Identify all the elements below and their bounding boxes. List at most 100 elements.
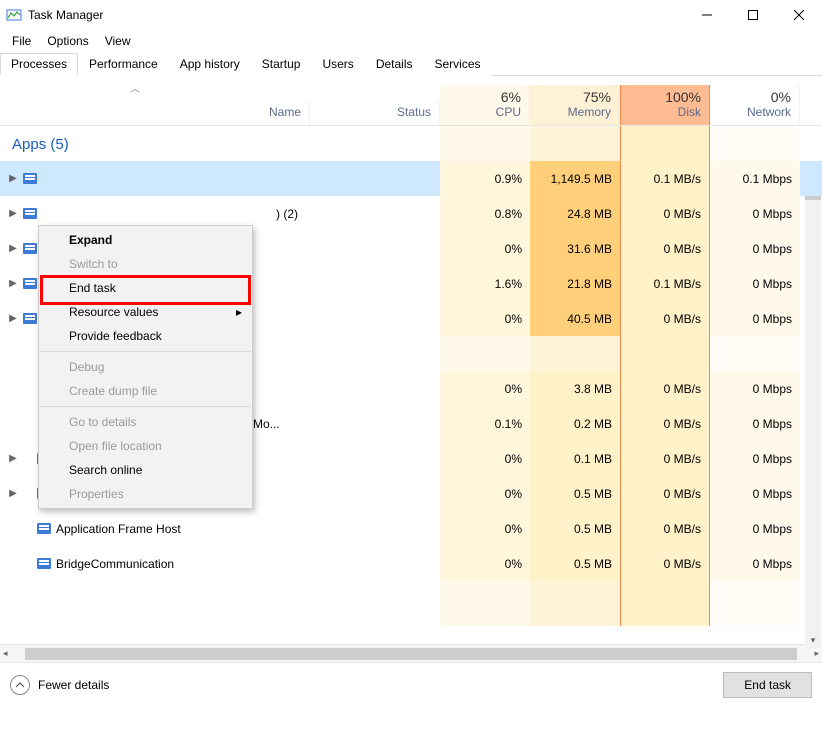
context-menu-item: Create dump file bbox=[39, 379, 252, 403]
cell-network: 0 Mbps bbox=[710, 231, 800, 266]
cell-cpu: 0% bbox=[440, 511, 530, 546]
cell-cpu: 0% bbox=[440, 371, 530, 406]
cell-status bbox=[310, 161, 440, 196]
context-menu-item: Go to details bbox=[39, 410, 252, 434]
process-icon bbox=[22, 206, 38, 222]
cell-cpu: 1.6% bbox=[440, 266, 530, 301]
cell-disk: 0 MB/s bbox=[620, 406, 710, 441]
cell-status bbox=[310, 441, 440, 476]
cell-network: 0 Mbps bbox=[710, 406, 800, 441]
tab-details[interactable]: Details bbox=[365, 53, 424, 76]
cell-status bbox=[310, 476, 440, 511]
minimize-button[interactable] bbox=[684, 0, 730, 30]
close-button[interactable] bbox=[776, 0, 822, 30]
chevron-right-icon[interactable]: ▶ bbox=[8, 208, 18, 219]
chevron-right-icon[interactable]: ▶ bbox=[8, 453, 18, 464]
process-name: Application Frame Host bbox=[56, 522, 181, 536]
cell-memory: 21.8 MB bbox=[530, 266, 620, 301]
col-network[interactable]: 0%Network bbox=[710, 85, 800, 125]
cell-status bbox=[310, 546, 440, 581]
horizontal-scrollbar[interactable]: ◂ ▸ bbox=[0, 644, 822, 662]
cell-memory: 1,149.5 MB bbox=[530, 161, 620, 196]
process-icon bbox=[36, 521, 52, 537]
tab-performance[interactable]: Performance bbox=[78, 53, 169, 76]
cell-cpu: 0.9% bbox=[440, 161, 530, 196]
cell-memory: 0.1 MB bbox=[530, 441, 620, 476]
table-row[interactable]: ▶0.9%1,149.5 MB0.1 MB/s0.1 Mbps bbox=[0, 161, 822, 196]
process-icon bbox=[22, 311, 38, 327]
menu-view[interactable]: View bbox=[97, 32, 139, 50]
cell-disk: 0 MB/s bbox=[620, 196, 710, 231]
group-apps[interactable]: Apps (5) bbox=[0, 126, 822, 161]
menu-separator bbox=[40, 406, 251, 407]
menu-bar: File Options View bbox=[0, 30, 822, 52]
chevron-right-icon[interactable]: ▶ bbox=[8, 488, 18, 499]
tab-startup[interactable]: Startup bbox=[251, 53, 312, 76]
col-memory[interactable]: 75%Memory bbox=[530, 85, 620, 125]
process-icon bbox=[22, 276, 38, 292]
hscroll-thumb[interactable] bbox=[25, 648, 798, 660]
col-disk[interactable]: 100%Disk bbox=[620, 85, 710, 125]
cell-cpu: 0% bbox=[440, 546, 530, 581]
cell-cpu: 0% bbox=[440, 231, 530, 266]
cell-network: 0 Mbps bbox=[710, 371, 800, 406]
cell-network: 0 Mbps bbox=[710, 546, 800, 581]
scroll-down-icon[interactable]: ▾ bbox=[805, 632, 821, 648]
table-row[interactable]: BridgeCommunication0%0.5 MB0 MB/s0 Mbps bbox=[0, 546, 822, 581]
context-menu: ExpandSwitch toEnd taskResource values▸P… bbox=[38, 225, 253, 509]
cell-network: 0.1 Mbps bbox=[710, 161, 800, 196]
cell-cpu: 0.8% bbox=[440, 196, 530, 231]
cell-memory: 0.5 MB bbox=[530, 476, 620, 511]
col-name[interactable]: Name bbox=[0, 101, 310, 125]
cell-disk: 0 MB/s bbox=[620, 371, 710, 406]
col-cpu[interactable]: 6%CPU bbox=[440, 85, 530, 125]
chevron-up-icon bbox=[10, 675, 30, 695]
table-row[interactable]: Application Frame Host0%0.5 MB0 MB/s0 Mb… bbox=[0, 511, 822, 546]
sort-caret-icon: ︿ bbox=[130, 80, 140, 95]
maximize-button[interactable] bbox=[730, 0, 776, 30]
cell-network: 0 Mbps bbox=[710, 441, 800, 476]
chevron-right-icon[interactable]: ▶ bbox=[8, 278, 18, 289]
cell-disk: 0 MB/s bbox=[620, 231, 710, 266]
tab-processes[interactable]: Processes bbox=[0, 53, 78, 76]
chevron-right-icon[interactable]: ▶ bbox=[8, 173, 18, 184]
cell-disk: 0 MB/s bbox=[620, 301, 710, 336]
context-menu-item[interactable]: Search online bbox=[39, 458, 252, 482]
cell-name: Application Frame Host bbox=[0, 511, 310, 546]
cell-disk: 0 MB/s bbox=[620, 441, 710, 476]
cell-memory: 3.8 MB bbox=[530, 371, 620, 406]
table-header: Name Status 6%CPU 75%Memory 100%Disk 0%N… bbox=[0, 76, 822, 126]
context-menu-item[interactable]: Expand bbox=[39, 228, 252, 252]
title-bar: Task Manager bbox=[0, 0, 822, 30]
cell-memory: 31.6 MB bbox=[530, 231, 620, 266]
chevron-right-icon[interactable]: ▶ bbox=[8, 313, 18, 324]
context-menu-item: Properties bbox=[39, 482, 252, 506]
menu-options[interactable]: Options bbox=[39, 32, 96, 50]
menu-file[interactable]: File bbox=[4, 32, 39, 50]
tab-app-history[interactable]: App history bbox=[169, 53, 251, 76]
cell-memory: 40.5 MB bbox=[530, 301, 620, 336]
chevron-right-icon: ▸ bbox=[236, 305, 242, 319]
cell-status bbox=[310, 301, 440, 336]
scroll-right-icon[interactable]: ▸ bbox=[811, 648, 822, 659]
chevron-right-icon[interactable]: ▶ bbox=[8, 243, 18, 254]
cell-status bbox=[310, 231, 440, 266]
cell-status bbox=[310, 406, 440, 441]
scroll-left-icon[interactable]: ◂ bbox=[0, 648, 11, 659]
fewer-details-button[interactable]: Fewer details bbox=[10, 675, 723, 695]
cell-memory: 0.2 MB bbox=[530, 406, 620, 441]
end-task-button[interactable]: End task bbox=[723, 672, 812, 698]
cell-network: 0 Mbps bbox=[710, 266, 800, 301]
cell-network: 0 Mbps bbox=[710, 301, 800, 336]
tab-services[interactable]: Services bbox=[424, 53, 492, 76]
process-icon bbox=[36, 556, 52, 572]
context-menu-item: Open file location bbox=[39, 434, 252, 458]
context-menu-item[interactable]: Resource values▸ bbox=[39, 300, 252, 324]
col-status[interactable]: Status bbox=[310, 101, 440, 125]
process-icon bbox=[22, 241, 38, 257]
tab-users[interactable]: Users bbox=[311, 53, 364, 76]
context-menu-item[interactable]: End task bbox=[39, 276, 252, 300]
cell-disk: 0 MB/s bbox=[620, 546, 710, 581]
context-menu-item[interactable]: Provide feedback bbox=[39, 324, 252, 348]
process-icon bbox=[22, 171, 38, 187]
